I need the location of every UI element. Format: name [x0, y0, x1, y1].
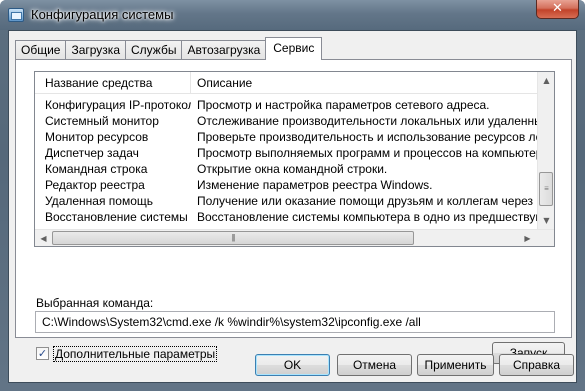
tool-description-cell: Проверьте производительность и использов…: [197, 130, 538, 144]
vertical-scrollbar[interactable]: ▲ ≡ ▼: [537, 72, 554, 229]
horizontal-scroll-thumb[interactable]: |||: [52, 231, 414, 245]
dialog-client-area: Общие Загрузка Службы Автозагрузка Серви…: [8, 30, 577, 383]
system-configuration-window: Конфигурация системы ✕ Общие Загрузка Сл…: [0, 0, 585, 391]
tool-row[interactable]: Редактор реестра Изменение параметров рее…: [35, 177, 538, 193]
tab-tools[interactable]: Сервис: [265, 37, 323, 60]
tools-list[interactable]: Название средства Описание Конфигурация …: [34, 71, 555, 247]
tool-description-cell: Получение или оказание помощи друзьям и …: [197, 194, 538, 208]
tab-startup[interactable]: Автозагрузка: [181, 40, 267, 60]
tab-services[interactable]: Службы: [125, 40, 183, 60]
scroll-right-arrow-icon[interactable]: ▶: [519, 230, 536, 246]
horizontal-scrollbar[interactable]: ◀ ||| ▶: [35, 229, 554, 246]
window-title: Конфигурация системы: [31, 7, 174, 22]
tool-description-cell: Отслеживание производительности локальны…: [197, 114, 538, 128]
tool-row[interactable]: Удаленная помощь Получение или оказание п…: [35, 193, 538, 209]
tool-row[interactable]: Командная строка Открытие окна командной …: [35, 161, 538, 177]
tab-strip: Общие Загрузка Службы Автозагрузка Серви…: [15, 37, 323, 60]
tool-description-cell: Изменение параметров реестра Windows.: [197, 178, 433, 192]
tool-name-cell: Восстановление системы: [45, 210, 188, 224]
tool-name-cell: Диспетчер задач: [45, 146, 139, 160]
selected-command-label: Выбранная команда:: [36, 296, 154, 310]
tool-description-cell: Восстановление системы компьютера в одно…: [197, 210, 538, 224]
tool-row[interactable]: Диспетчер задач Просмотр выполняемых прог…: [35, 145, 538, 161]
tab-boot[interactable]: Загрузка: [65, 40, 126, 60]
column-header-tool-name[interactable]: Название средства: [35, 72, 191, 94]
tool-row[interactable]: Монитор ресурсов Проверьте производительн…: [35, 129, 538, 145]
ok-button[interactable]: OK: [255, 354, 330, 376]
apply-button[interactable]: Применить: [417, 354, 494, 376]
cancel-button[interactable]: Отмена: [337, 354, 412, 376]
tool-name-cell: Конфигурация IP-протокола: [45, 98, 191, 112]
list-rows: Конфигурация IP-протокола Просмотр и наст…: [35, 97, 538, 225]
close-button[interactable]: ✕: [536, 0, 579, 19]
tool-row[interactable]: Конфигурация IP-протокола Просмотр и наст…: [35, 97, 538, 113]
title-bar[interactable]: Конфигурация системы ✕: [0, 0, 585, 30]
advanced-options-checkbox[interactable]: ✓: [36, 347, 49, 360]
column-header-description[interactable]: Описание: [191, 72, 538, 94]
tool-description-cell: Просмотр и настройка параметров сетевого…: [197, 98, 490, 112]
tool-name-cell: Удаленная помощь: [45, 194, 154, 208]
tool-row[interactable]: Системный монитор Отслеживание производит…: [35, 113, 538, 129]
tool-name-cell: Командная строка: [45, 162, 148, 176]
scroll-down-arrow-icon[interactable]: ▼: [538, 212, 554, 229]
tab-general[interactable]: Общие: [15, 40, 67, 60]
advanced-options-label[interactable]: Дополнительные параметры: [53, 346, 218, 362]
tool-row[interactable]: Восстановление системы Восстановление сис…: [35, 209, 538, 225]
tool-description-cell: Просмотр выполняемых программ и процессо…: [197, 146, 538, 160]
tool-name-cell: Системный монитор: [45, 114, 159, 128]
scroll-left-arrow-icon[interactable]: ◀: [35, 230, 52, 246]
tool-description-cell: Открытие окна командной строки.: [197, 162, 388, 176]
help-button[interactable]: Справка: [499, 354, 574, 376]
scroll-up-arrow-icon[interactable]: ▲: [538, 72, 554, 89]
tools-tab-panel: Название средства Описание Конфигурация …: [15, 59, 572, 364]
vertical-scroll-thumb[interactable]: ≡: [539, 172, 553, 206]
tool-name-cell: Редактор реестра: [45, 178, 145, 192]
list-header: Название средства Описание: [35, 72, 538, 94]
tool-name-cell: Монитор ресурсов: [45, 130, 149, 144]
app-icon: [8, 8, 24, 22]
selected-command-field[interactable]: C:\Windows\System32\cmd.exe /k %windir%\…: [35, 311, 555, 333]
